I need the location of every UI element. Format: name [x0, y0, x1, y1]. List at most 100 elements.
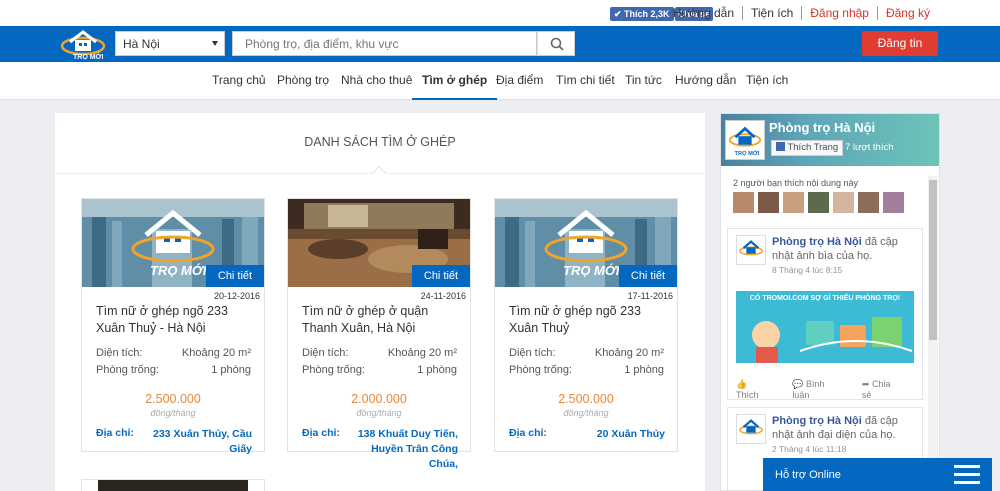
price-unit: đồng/tháng [356, 408, 402, 418]
area-row: Diện tích: Khoảng 20 m² [302, 347, 457, 359]
online-support-bar[interactable]: Hỗ trợ Online [763, 458, 992, 491]
facebook-icon [776, 142, 785, 151]
main-nav: Trang chủ Phòng trọ Nhà cho thuê Tìm ở g… [0, 62, 1000, 100]
logo-text: TRỌ MỚI [150, 263, 207, 278]
header: TRỌ MỚI Hà Nội Đăng tin [0, 26, 1000, 62]
search-button[interactable] [537, 31, 575, 56]
tromoi-logo[interactable]: TRỌ MỚI [60, 28, 106, 60]
post-listing-button[interactable]: Đăng tin [862, 31, 938, 56]
listing-thumbnail[interactable] [98, 480, 248, 491]
post-time[interactable]: 2 Tháng 4 lúc 11:18 [772, 444, 846, 454]
post-like-button[interactable]: 👍 Thích [736, 379, 778, 400]
address-label: Địa chỉ: [302, 427, 340, 439]
post-avatar[interactable] [736, 235, 766, 265]
area-row: Diện tích: Khoảng 20 m² [509, 347, 664, 359]
utilities-link[interactable]: Tiện ích [742, 6, 801, 20]
listing-card[interactable]: TRỌ MỚI Chi tiết 20-12-2016 Tìm nữ ở ghé… [81, 198, 265, 455]
address-label: Địa chỉ: [509, 427, 547, 439]
roommate-listing-panel: DANH SÁCH TÌM Ở GHÉP TRỌ MỚI Chi tiết 20… [55, 113, 705, 491]
nav-item-utilities[interactable]: Tiện ích [746, 62, 788, 100]
avatar[interactable] [858, 192, 879, 213]
avatar[interactable] [733, 192, 754, 213]
nav-item-news[interactable]: Tin tức [625, 62, 662, 100]
nav-item-rooms[interactable]: Phòng trọ [277, 62, 329, 100]
facebook-cover[interactable]: TRỌ MỚI Phòng trọ Hà Nội Thích Trang 7 l… [721, 114, 939, 166]
listing-title[interactable]: Tìm nữ ở ghép ngõ 233 Xuân Thuỷ [509, 303, 669, 337]
logo-text: TRỌ MỚI [73, 52, 104, 60]
detail-button[interactable]: Chi tiết [206, 265, 264, 287]
post-image[interactable]: CÓ TROMOI.COM SỢ GÌ THIẾU PHÒNG TRỌ! [736, 291, 914, 363]
nav-item-home[interactable]: Trang chủ [212, 62, 266, 100]
post-share-button[interactable]: ➦ Chia sẻ [862, 379, 908, 400]
detail-button[interactable]: Chi tiết [412, 265, 470, 287]
nav-item-advanced-search[interactable]: Tìm chi tiết [556, 62, 615, 100]
login-link[interactable]: Đăng nhập [801, 6, 877, 20]
price-unit: đồng/tháng [150, 408, 196, 418]
listing-card[interactable] [81, 479, 265, 491]
page-avatar[interactable]: TRỌ MỚI [725, 120, 765, 160]
rooms-label: Phòng trống: [509, 364, 572, 376]
area-value: Khoảng 20 m² [387, 347, 457, 359]
post-actions: 👍 Thích 💬 Bình luận ➦ Chia sẻ [736, 379, 922, 400]
listing-price: 2.000.000 [351, 392, 407, 406]
listing-title[interactable]: Tìm nữ ở ghép ngõ 233 Xuân Thuỷ - Hà Nội [96, 303, 256, 337]
detail-button[interactable]: Chi tiết [619, 265, 677, 287]
fb-like-label: Thích 2,3K [624, 9, 670, 19]
listing-card[interactable]: Chi tiết 24-11-2016 Tìm nữ ở ghép ở quận… [287, 198, 471, 470]
city-select-value: Hà Nội [123, 37, 160, 51]
nav-item-guide[interactable]: Hướng dẫn [675, 62, 736, 100]
page-likes-count: 7 lượt thích [845, 142, 894, 153]
rooms-row: Phòng trống: 1 phòng [509, 364, 664, 376]
avatar[interactable] [783, 192, 804, 213]
rooms-row: Phòng trống: 1 phòng [302, 364, 457, 376]
facebook-page-widget: TRỌ MỚI Phòng trọ Hà Nội Thích Trang 7 l… [720, 113, 940, 491]
rooms-row: Phòng trống: 1 phòng [96, 364, 251, 376]
address-label: Địa chỉ: [96, 427, 134, 439]
rooms-label: Phòng trống: [96, 364, 159, 376]
listing-card[interactable]: TRỌ MỚI Chi tiết 17-11-2016 Tìm nữ ở ghé… [494, 198, 678, 452]
like-label: Thích [736, 390, 759, 400]
listing-title[interactable]: Tìm nữ ở ghép ở quận Thanh Xuân, Hà Nội [302, 303, 462, 337]
listing-date: 20-12-2016 [213, 291, 260, 301]
search-input[interactable] [232, 31, 537, 56]
post-comment-button[interactable]: 💬 Bình luận [792, 379, 848, 400]
like-page-label: Thích Trang [787, 142, 839, 153]
post-author[interactable]: Phòng trọ Hà Nội [772, 236, 862, 248]
city-select[interactable]: Hà Nội [115, 31, 225, 56]
post-text: Phòng trọ Hà Nội đã cập nhật ảnh bìa của… [772, 235, 920, 263]
online-support-label: Hỗ trợ Online [775, 469, 841, 481]
price-unit: đồng/tháng [563, 408, 609, 418]
area-value: Khoảng 20 m² [594, 347, 664, 359]
guide-link[interactable]: Hướng dẫn [665, 6, 742, 20]
nav-item-houses[interactable]: Nhà cho thuê [341, 62, 412, 100]
post-author[interactable]: Phòng trọ Hà Nội [772, 415, 862, 427]
address-value: 20 Xuân Thủy [596, 428, 665, 440]
avatar[interactable] [758, 192, 779, 213]
area-value: Khoảng 20 m² [181, 347, 251, 359]
post-time[interactable]: 8 Tháng 4 lúc 8:15 [772, 265, 842, 275]
area-label: Diện tích: [302, 347, 349, 359]
nav-item-roommates[interactable]: Tìm ở ghép [412, 62, 498, 100]
scrollbar[interactable] [928, 176, 938, 490]
top-bar: ✔ Thích 2,3K Chia sẻ Hướng dẫn Tiện ích … [0, 0, 1000, 26]
avatar[interactable] [883, 192, 904, 213]
rooms-value: 1 phòng [624, 364, 664, 376]
rooms-label: Phòng trống: [302, 364, 365, 376]
avatar[interactable] [833, 192, 854, 213]
hamburger-menu-icon[interactable] [954, 465, 980, 485]
nav-item-locations[interactable]: Địa điểm [496, 62, 543, 100]
post-avatar[interactable] [736, 414, 766, 444]
area-label: Diện tích: [509, 347, 556, 359]
like-page-button[interactable]: Thích Trang [771, 140, 844, 156]
listing-price: 2.500.000 [145, 392, 201, 406]
listing-date: 24-11-2016 [420, 291, 466, 301]
avatar[interactable] [808, 192, 829, 213]
page-name[interactable]: Phòng trọ Hà Nội [769, 120, 875, 135]
address-value: 138 Khuất Duy Tiến, Huyền Trân Công Chúa… [357, 428, 458, 470]
search-icon [550, 37, 564, 51]
share-label: Chia sẻ [861, 379, 891, 400]
rooms-value: 1 phòng [211, 364, 251, 376]
register-link[interactable]: Đăng ký [876, 6, 938, 20]
scrollbar-thumb[interactable] [929, 180, 937, 340]
address-value: 233 Xuân Thủy, Cầu Giấy [153, 428, 252, 455]
